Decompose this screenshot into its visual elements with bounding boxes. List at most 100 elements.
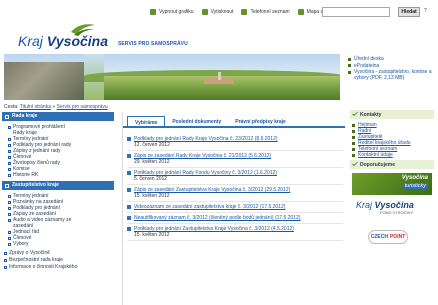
list-item: Podklady pro jednání Zastupitelstva Kraj… bbox=[127, 224, 343, 241]
bullet-icon bbox=[8, 194, 11, 198]
document-date: 12. červen 2012 bbox=[134, 142, 170, 148]
bullet-icon bbox=[352, 123, 355, 127]
tab-posledni-dokumenty[interactable]: Poslední dokumenty bbox=[165, 116, 228, 126]
bullet-icon bbox=[352, 153, 355, 157]
quick-link[interactable]: Úřední deska bbox=[348, 56, 432, 62]
list-item: Podklady pro jednání Rady Kraje Vysočina… bbox=[127, 134, 343, 151]
bullet-icon bbox=[8, 167, 11, 171]
search-button[interactable]: Hledat bbox=[398, 7, 420, 17]
bullet-icon bbox=[8, 236, 11, 240]
list-item: Zápis ze zasedání Rady Kraje Vysočina č.… bbox=[127, 151, 343, 168]
document-icon bbox=[127, 205, 131, 209]
sitemap-icon bbox=[297, 9, 304, 15]
expand-icon bbox=[4, 259, 7, 262]
document-date: 5. červen 2012 bbox=[134, 176, 168, 182]
document-date: 15. květen 2012 bbox=[134, 193, 170, 199]
bullet-icon bbox=[352, 135, 355, 139]
bullet-icon bbox=[8, 149, 11, 153]
bullet-icon bbox=[8, 200, 11, 204]
document-link[interactable]: Videozáznam ze zasedání zastupitelstva k… bbox=[134, 204, 343, 210]
nav-sublist-zastupitelstvo: Termíny jednání Pozvánky na zasedání Pod… bbox=[2, 190, 114, 250]
main-content: Vybíráme Poslední dokumenty Právní předp… bbox=[122, 112, 345, 305]
czech-point-banner[interactable]: CZECH POINT bbox=[368, 230, 408, 244]
toolbar-link-phonebook[interactable]: Telefonní seznam bbox=[241, 9, 290, 15]
document-list: Podklady pro jednání Rady Kraje Vysočina… bbox=[127, 134, 343, 241]
collapse-icon bbox=[5, 114, 9, 119]
tab-vybirame[interactable]: Vybíráme bbox=[127, 116, 166, 126]
nav-item[interactable]: Výbory bbox=[8, 241, 114, 247]
expand-icon bbox=[4, 266, 7, 269]
document-icon bbox=[127, 171, 131, 175]
collapse-icon bbox=[5, 183, 9, 188]
nav-section-bezpecnost[interactable]: Bezpečnostní rada kraje bbox=[2, 257, 114, 264]
bullet-icon bbox=[8, 218, 11, 222]
content-tabs: Vybíráme Poslední dokumenty Právní předp… bbox=[123, 116, 345, 128]
bullet-icon bbox=[348, 64, 351, 67]
document-icon bbox=[127, 154, 131, 158]
document-icon bbox=[127, 227, 131, 231]
bullet-icon bbox=[8, 212, 11, 216]
nav-section-informace[interactable]: Informace o činnosti Krajského bbox=[2, 264, 114, 271]
bullet-icon bbox=[8, 206, 11, 210]
bullet-icon bbox=[8, 155, 11, 159]
bullet-icon bbox=[352, 129, 355, 133]
bullet-icon bbox=[8, 173, 11, 177]
quick-link[interactable]: ePodatelna bbox=[348, 63, 432, 69]
header-banner-image bbox=[4, 54, 340, 100]
site-subtitle: SERVIS PRO SAMOSPRÁVU bbox=[118, 41, 188, 47]
nav-item[interactable]: Audio a video záznamy ze zasedání bbox=[8, 217, 114, 229]
right-column: Kontakty Hejtman Radní Zastupitelé Ředit… bbox=[350, 110, 434, 244]
vysocina-turisticky-banner[interactable]: Vysočina turisticky bbox=[352, 173, 432, 195]
quick-links: Úřední deska ePodatelna Vysočina - zastu… bbox=[348, 56, 432, 82]
checkmark-icon bbox=[352, 112, 358, 116]
document-icon bbox=[127, 188, 131, 192]
bullet-icon bbox=[8, 230, 11, 234]
left-navigation: Rada kraje Programové prohlášení Rady kr… bbox=[2, 112, 114, 271]
print-icon bbox=[201, 9, 208, 15]
top-utility-bar: Vypnout grafiku Vytisknout Telefonní sez… bbox=[150, 6, 337, 18]
search-input[interactable] bbox=[322, 7, 390, 17]
bullet-icon bbox=[8, 137, 11, 141]
bullet-icon bbox=[348, 57, 351, 61]
bullet-icon bbox=[352, 141, 355, 145]
document-date: 15. květen 2012 bbox=[134, 232, 170, 238]
bullet-icon bbox=[8, 161, 11, 165]
quick-link[interactable]: Vysočina - zastupitelstvo, komise a výbo… bbox=[348, 69, 432, 81]
bullet-icon bbox=[8, 242, 11, 246]
nav-section-rada[interactable]: Rada kraje bbox=[2, 112, 114, 121]
list-item: Podklady pro jednání Rady Fondu Vysočiny… bbox=[127, 168, 343, 185]
nav-section-zpravy[interactable]: Zprávy o Vysočině bbox=[2, 250, 114, 257]
list-item: Zápis ze zasedání Zastupitelstva Kraje V… bbox=[127, 185, 343, 202]
kontakty-list: Hejtman Radní Zastupitelé Ředitel krajsk… bbox=[350, 119, 434, 160]
toolbar-link-print[interactable]: Vytisknout bbox=[201, 9, 233, 15]
list-item: Neautifikovaný záznam č. 3/2012 (členěný… bbox=[127, 213, 343, 224]
bullet-icon bbox=[352, 147, 355, 151]
fond-vysociny-banner[interactable]: Kraj Vysočina FOND VYSOČINY bbox=[356, 200, 434, 222]
document-icon bbox=[127, 216, 131, 220]
breadcrumb-current[interactable]: Servis pro samosprávu bbox=[57, 104, 108, 110]
document-icon bbox=[127, 137, 131, 141]
bullet-icon bbox=[8, 143, 11, 147]
expand-icon bbox=[4, 252, 7, 255]
site-logo[interactable]: Kraj Vysočina bbox=[18, 33, 108, 49]
nav-item[interactable]: Programové prohlášení Rady kraje bbox=[8, 124, 114, 136]
bullet-icon bbox=[348, 70, 351, 74]
document-link[interactable]: Neautifikovaný záznam č. 3/2012 (členěný… bbox=[134, 215, 343, 221]
phone-icon bbox=[241, 9, 248, 15]
checkmark-icon bbox=[352, 162, 358, 166]
tab-pravni-predpisy[interactable]: Právní předpisy kraje bbox=[228, 116, 293, 126]
nav-sublist-rada: Programové prohlášení Rady kraje Termíny… bbox=[2, 121, 114, 181]
breadcrumb-home[interactable]: Titulní stránka bbox=[20, 104, 51, 110]
doporucujeme-heading: Doporučujeme bbox=[350, 160, 434, 169]
kontakty-link[interactable]: Kontaktní údaje bbox=[352, 152, 434, 158]
nav-section-zastupitelstvo[interactable]: Zastupitelstvo kraje bbox=[2, 181, 114, 190]
nav-item[interactable]: Historie RK bbox=[8, 172, 114, 178]
help-link[interactable]: ? bbox=[424, 8, 427, 14]
kontakty-heading: Kontakty bbox=[350, 110, 434, 119]
breadcrumb: Cesta: Titulní stránka » Servis pro samo… bbox=[4, 104, 108, 110]
toolbar-link-graphics[interactable]: Vypnout grafiku bbox=[150, 9, 194, 15]
bullet-icon bbox=[8, 125, 11, 129]
list-item: Videozáznam ze zasedání zastupitelstva k… bbox=[127, 202, 343, 213]
monitor-icon bbox=[150, 9, 156, 15]
document-date: 29. květen 2012 bbox=[134, 159, 170, 165]
